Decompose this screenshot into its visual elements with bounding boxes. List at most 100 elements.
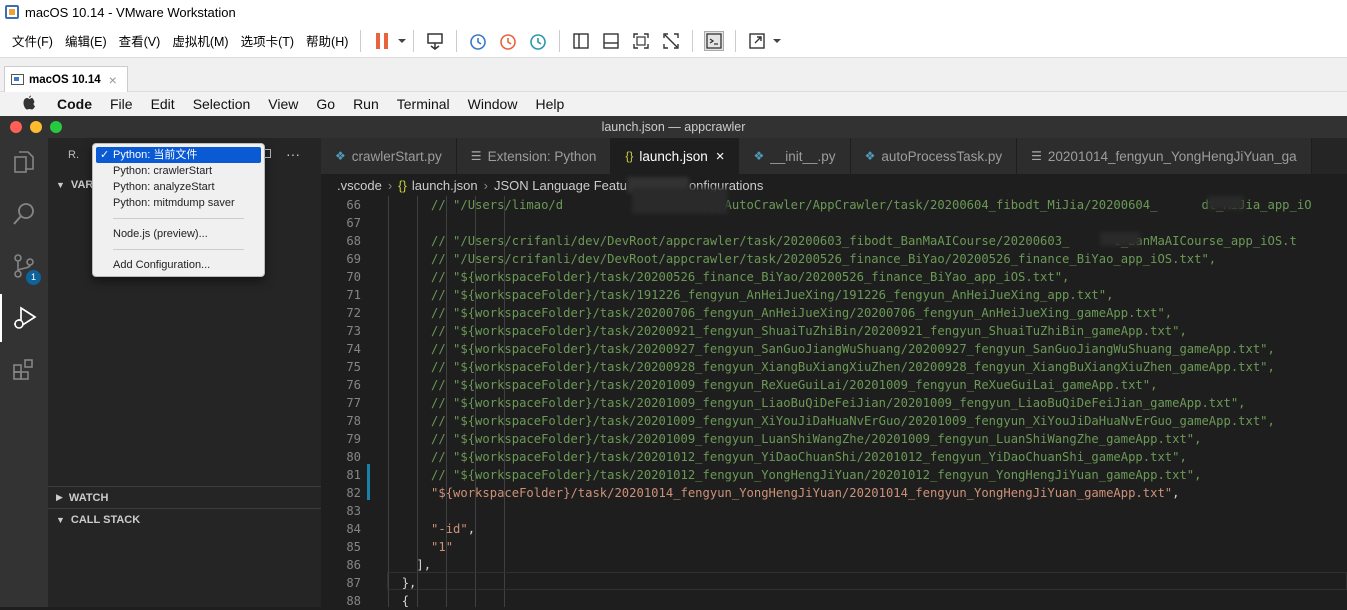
- explorer-icon[interactable]: [0, 138, 48, 186]
- call-stack-section-header[interactable]: ▼ CALL STACK: [48, 508, 321, 530]
- vmware-window-title: macOS 10.14 - VMware Workstation: [25, 4, 236, 20]
- vm-menu-vm[interactable]: 虚拟机(M): [166, 31, 234, 50]
- editor-tab[interactable]: {} launch.json ×: [611, 138, 740, 174]
- python-icon: ❖: [753, 149, 765, 163]
- chevron-down-icon[interactable]: [772, 31, 782, 51]
- stretch-guest-icon[interactable]: [747, 31, 767, 51]
- editor-tab[interactable]: ❖ __init__.py: [739, 138, 851, 174]
- code-text: // "${workspaceFolder}/task/20201009_fen…: [387, 376, 1157, 394]
- editor-tab[interactable]: ☰ 20201014_fengyun_YongHengJiYuan_ga: [1017, 138, 1312, 174]
- run-view-title: R.: [68, 149, 79, 161]
- toolbar-separator: [360, 29, 362, 52]
- redaction-blur: [1208, 196, 1244, 210]
- vm-tab-macos[interactable]: macOS 10.14 ×: [4, 66, 128, 92]
- mac-menu-view[interactable]: View: [259, 96, 307, 112]
- vm-menu-tabs[interactable]: 选项卡(T): [235, 31, 300, 50]
- pause-icon[interactable]: [372, 31, 392, 51]
- code-text: // "/Users/crifanli/dev/DevRoot/appcrawl…: [387, 232, 1297, 250]
- toolbar-separator: [456, 29, 458, 52]
- line-number: 66: [346, 198, 361, 212]
- editor-tab[interactable]: ❖ autoProcessTask.py: [850, 138, 1018, 174]
- code-text: {: [387, 592, 409, 610]
- chevron-down-icon[interactable]: [397, 31, 407, 51]
- line-number: 68: [346, 234, 361, 248]
- code-token: // "${workspaceFolder}/task/20201009_fen…: [431, 396, 1246, 410]
- toolbar-separator: [692, 29, 694, 52]
- mac-menu-go[interactable]: Go: [307, 96, 344, 112]
- code-token: // "${workspaceFolder}/task/191226_fengy…: [431, 288, 1114, 302]
- code-line: 70 // "${workspaceFolder}/task/20200526_…: [321, 268, 1347, 286]
- debug-config-option[interactable]: Python: mitmdump saver: [93, 195, 264, 211]
- line-number: 87: [346, 576, 361, 590]
- vm-menu-file[interactable]: 文件(F): [6, 31, 59, 50]
- code-line: 79 // "${workspaceFolder}/task/20201009_…: [321, 430, 1347, 448]
- more-actions-icon[interactable]: ···: [286, 146, 300, 162]
- unity-mode-icon[interactable]: [661, 31, 681, 51]
- debug-config-option[interactable]: Python: crawlerStart: [93, 163, 264, 179]
- debug-config-option[interactable]: ✓ Python: 当前文件: [96, 147, 261, 163]
- search-icon[interactable]: [0, 190, 48, 238]
- code-text: // "${workspaceFolder}/task/20201009_fen…: [387, 430, 1201, 448]
- editor-tab-label: __init__.py: [770, 148, 836, 164]
- snapshot-icon[interactable]: [468, 31, 488, 51]
- fullscreen-icon[interactable]: [631, 31, 651, 51]
- source-control-icon[interactable]: 1: [0, 242, 48, 290]
- code-line: 69 // "/Users/crifanli/dev/DevRoot/appcr…: [321, 250, 1347, 268]
- code-text: // "${workspaceFolder}/task/20201009_fen…: [387, 394, 1246, 412]
- code-editor[interactable]: 66 // "/Users/limao/d rler/appAutoCrawle…: [321, 196, 1347, 610]
- debug-config-dropdown[interactable]: ✓ Python: 当前文件 Python: crawlerStart Pyth…: [92, 143, 265, 277]
- watch-section-header[interactable]: ▶ WATCH: [48, 486, 321, 508]
- console-view-icon[interactable]: [704, 30, 725, 51]
- chevron-down-icon: ▼: [56, 180, 65, 190]
- mac-menu-window[interactable]: Window: [459, 96, 527, 112]
- debug-config-option-label: Python: 当前文件: [113, 149, 198, 161]
- code-text: // "${workspaceFolder}/task/20200706_fen…: [387, 304, 1172, 322]
- apple-menu-icon[interactable]: [0, 95, 48, 114]
- mac-menu-run[interactable]: Run: [344, 96, 388, 112]
- vm-menu-edit[interactable]: 编辑(E): [59, 31, 113, 50]
- mac-menu-help[interactable]: Help: [526, 96, 573, 112]
- zoom-window-button[interactable]: [50, 121, 62, 133]
- code-token: // "/Users/limao/d rler/appAutoCrawler/A…: [431, 198, 1312, 212]
- thumbnail-bar-icon[interactable]: [601, 31, 621, 51]
- mac-menu-selection[interactable]: Selection: [184, 96, 260, 112]
- vmware-menu-bar: 文件(F) 编辑(E) 查看(V) 虚拟机(M) 选项卡(T) 帮助(H): [0, 24, 1347, 58]
- breadcrumb-file[interactable]: launch.json: [412, 178, 478, 193]
- run-debug-icon[interactable]: [0, 294, 48, 342]
- debug-config-option[interactable]: Python: analyzeStart: [93, 179, 264, 195]
- mac-menu-edit[interactable]: Edit: [142, 96, 184, 112]
- tab-close-icon[interactable]: ×: [716, 148, 725, 165]
- mac-menu-file[interactable]: File: [101, 96, 142, 112]
- breadcrumb-node[interactable]: JSON Language Featu: [494, 178, 627, 193]
- send-keys-icon[interactable]: [425, 31, 445, 51]
- vm-menu-help[interactable]: 帮助(H): [300, 31, 354, 50]
- line-number: 75: [346, 360, 361, 374]
- close-window-button[interactable]: [10, 121, 22, 133]
- vm-menu-view[interactable]: 查看(V): [113, 31, 167, 50]
- python-icon: ❖: [335, 149, 346, 163]
- mac-menu-terminal[interactable]: Terminal: [388, 96, 459, 112]
- extensions-icon[interactable]: [0, 346, 48, 394]
- extension-list-icon: ☰: [470, 149, 482, 163]
- add-configuration-option[interactable]: Add Configuration...: [93, 257, 264, 273]
- vm-tab-close-icon[interactable]: ×: [109, 72, 117, 88]
- debug-config-option-label: Node.js (preview)...: [113, 228, 208, 240]
- sidebar-toggle-icon[interactable]: [571, 31, 591, 51]
- editor-tab[interactable]: ☰ Extension: Python: [456, 138, 612, 174]
- revert-snapshot-icon[interactable]: [498, 31, 518, 51]
- line-number: 76: [346, 378, 361, 392]
- snapshot-manager-icon[interactable]: [528, 31, 548, 51]
- mac-menu-code[interactable]: Code: [48, 96, 101, 112]
- breadcrumb-folder[interactable]: .vscode: [337, 178, 382, 193]
- chevron-down-icon: ▼: [56, 514, 65, 525]
- minimize-window-button[interactable]: [30, 121, 42, 133]
- node-preview-option[interactable]: Node.js (preview)...: [93, 226, 264, 242]
- line-number: 67: [346, 216, 361, 230]
- config-dropdown-arrow-icon[interactable]: [264, 149, 271, 158]
- line-number: 80: [346, 450, 361, 464]
- editor-tab[interactable]: ❖ crawlerStart.py: [321, 138, 457, 174]
